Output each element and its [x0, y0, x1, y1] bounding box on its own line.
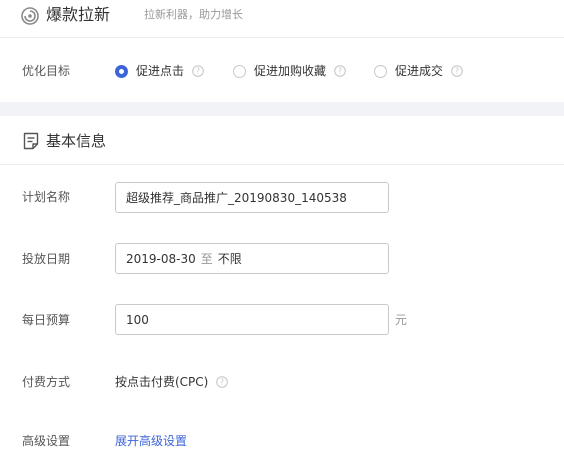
radio-button-selected[interactable]: [115, 64, 128, 78]
expand-advanced-settings-link[interactable]: 展开高级设置: [115, 433, 187, 449]
svg-text:?: ?: [220, 378, 224, 387]
section-header: 基本信息: [0, 116, 564, 165]
radio-label: 促进成交: [395, 64, 444, 78]
payment-value: 按点击付费(CPC): [115, 375, 209, 389]
date-range-picker[interactable]: 2019-08-30 至 不限: [115, 243, 389, 274]
payment-method: 按点击付费(CPC) ?: [115, 374, 229, 390]
radio-button[interactable]: [233, 64, 246, 78]
budget-unit: 元: [395, 313, 408, 327]
plan-name-value: 超级推荐_商品推广_20190830_140538: [126, 191, 347, 205]
section-title: 基本信息: [46, 132, 107, 150]
radio-option-conversion[interactable]: 促进成交 ?: [374, 63, 463, 79]
optimization-goal-row: 优化目标 促进点击 ? 促进加购收藏 ? 促进成交 ?: [0, 38, 564, 102]
budget-value: 100: [126, 312, 149, 327]
svg-text:?: ?: [455, 67, 459, 76]
page-header: 爆款拉新 拉新利器，助力增长: [0, 0, 564, 38]
target-swirl-icon: [21, 7, 39, 25]
budget-label: 每日预算: [22, 313, 71, 327]
date-label: 投放日期: [22, 252, 71, 266]
end-date-value: 不限: [217, 252, 242, 266]
question-circle-icon[interactable]: ?: [216, 376, 229, 388]
radio-option-cart-favorite[interactable]: 促进加购收藏 ?: [233, 63, 346, 79]
radio-label: 促进加购收藏: [254, 64, 327, 78]
question-circle-icon[interactable]: ?: [334, 65, 346, 77]
radio-button[interactable]: [374, 64, 387, 78]
radio-label: 促进点击: [136, 64, 185, 78]
daily-budget-input[interactable]: 100: [115, 304, 389, 335]
svg-text:?: ?: [338, 67, 342, 76]
svg-text:?: ?: [196, 67, 200, 76]
question-circle-icon[interactable]: ?: [451, 65, 463, 77]
date-separator: 至: [200, 252, 213, 266]
advanced-settings-label: 高级设置: [22, 434, 71, 448]
section-divider-band: [0, 102, 564, 116]
plan-name-label: 计划名称: [22, 190, 71, 204]
document-icon: [23, 132, 39, 150]
page-subtitle: 拉新利器，助力增长: [144, 8, 243, 21]
optimization-goal-label: 优化目标: [22, 64, 71, 78]
page-title: 爆款拉新: [46, 5, 111, 24]
question-circle-icon[interactable]: ?: [192, 65, 204, 77]
start-date-value: 2019-08-30: [126, 251, 196, 266]
plan-name-input[interactable]: 超级推荐_商品推广_20190830_140538: [115, 182, 389, 213]
payment-label: 付费方式: [22, 375, 71, 389]
radio-option-click[interactable]: 促进点击 ?: [115, 63, 204, 79]
